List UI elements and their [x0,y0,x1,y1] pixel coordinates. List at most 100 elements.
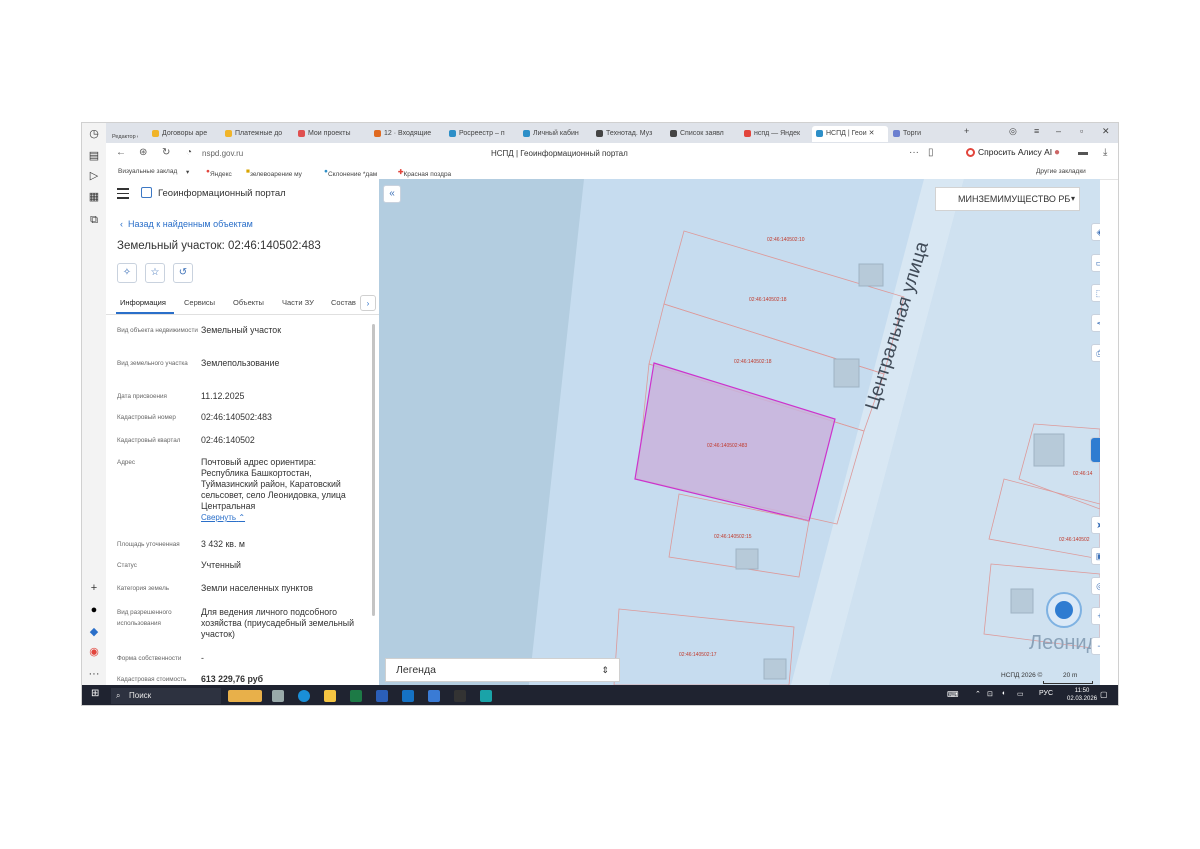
menu-icon[interactable]: ≡ [1034,126,1039,136]
shield-icon[interactable]: ⊛ [139,147,147,158]
select-tool-button[interactable]: ⬚ [1091,284,1100,302]
panel-scrollbar[interactable] [372,324,375,616]
navigate-button[interactable]: ➤ [1091,516,1100,534]
edge-icon[interactable] [298,690,310,702]
keyboard-icon[interactable]: ⌨ [947,690,959,699]
tab-parts[interactable]: Части ЗУ [282,298,314,307]
yandex-browser-icon[interactable] [454,690,466,702]
chat-button[interactable] [1046,592,1082,628]
maximize-icon[interactable]: ▫ [1080,126,1083,136]
language-indicator[interactable]: РУС [1039,690,1053,697]
network-icon[interactable]: ⊡ [987,690,993,698]
share-tool-button[interactable]: ⋖ [1091,314,1100,332]
basemap-button[interactable]: ▣ [1091,547,1100,565]
url-field[interactable]: nspd.gov.ru [202,149,243,158]
extension-icon[interactable]: ● [1054,147,1060,158]
collapse-panel-button[interactable]: « [383,185,401,203]
tab-3[interactable]: 12 · Входящие [370,126,444,142]
locate-button[interactable]: ✧ [117,263,137,283]
profile-icon[interactable]: ◎ [1009,126,1017,137]
map-canvas[interactable]: Центральная улица Леонид 02:46:140502:10… [379,179,1100,685]
app-icon[interactable]: ● [87,603,101,617]
new-tab-icon[interactable]: + [964,126,969,136]
notes-icon[interactable]: ▤ [87,149,101,163]
site-icon[interactable]: ◔ [186,147,192,158]
zoom-out-button[interactable]: − [1091,637,1100,655]
volume-icon[interactable]: ◐ [1002,690,1006,697]
battery-icon[interactable]: ▭ [1017,690,1024,698]
tab-6[interactable]: Технотад. Муз [592,126,666,142]
print-tool-button[interactable]: ⎙ [1091,344,1100,362]
bookmark-sklonenie[interactable]: ● Склонение *дам [324,168,377,178]
tab-5[interactable]: Личный кабин [519,126,591,142]
more-icon[interactable]: ··· [87,667,101,681]
legend-dropdown[interactable]: Легенда ⇕ [385,658,620,682]
screenshot-icon[interactable]: ⧉ [87,213,101,227]
taskbar-clock[interactable]: 11:50 02.03.2026 [1067,687,1097,703]
weather-widget-icon[interactable] [228,690,262,702]
word-icon[interactable] [376,690,388,702]
other-bookmarks[interactable]: Другие закладки [1036,168,1086,175]
back-to-results-link[interactable]: ‹ Назад к найденным объектам [120,219,253,229]
collapse-link[interactable]: Свернуть ⌃ [201,513,245,522]
my-location-button[interactable]: ◎ [1091,577,1100,595]
more-dots-icon[interactable]: ··· [909,147,919,158]
calendar-icon[interactable]: ▦ [87,190,101,204]
windows-start-icon[interactable]: ⊞ [91,688,99,699]
parcel-label: 02:46:140502:18 [734,359,772,365]
telegram-icon[interactable]: ◆ [87,625,101,639]
excel-icon[interactable] [350,690,362,702]
hamburger-menu-icon[interactable] [117,188,129,202]
taskbar-search[interactable]: ⌕ Поиск [111,688,221,704]
layer-selector[interactable]: МИНЗЕМИМУЩЕСТВО РБ ▾ [935,187,1080,211]
favorite-button[interactable]: ☆ [145,263,165,283]
tab-8[interactable]: нспд — Яндек [740,126,812,142]
minimize-icon[interactable]: – [1056,126,1061,136]
tab-information[interactable]: Информация [120,298,166,307]
download-icon[interactable]: ⤓ [1103,147,1107,158]
reload-icon[interactable]: ↻ [162,147,170,158]
measure-tool-button[interactable]: ▭ [1091,254,1100,272]
bookmark-visual[interactable]: Визуальные заклад [118,168,177,175]
layers-tool-button[interactable]: ◈ [1091,223,1100,241]
chevron-down-icon[interactable]: ▾ [186,168,189,176]
back-arrow-icon[interactable]: ← [116,147,126,158]
close-window-icon[interactable]: ✕ [1102,126,1110,137]
zoom-in-button[interactable]: + [1091,607,1100,625]
tab-1[interactable]: Платежные до [221,126,290,142]
parcel-483-highlight[interactable] [634,362,836,522]
cast-icon[interactable]: ▬ [1078,147,1088,158]
bookmark-icon[interactable]: ▯ [928,147,934,158]
task-view-icon[interactable] [272,690,284,702]
tabs-scroll-right-button[interactable]: › [360,295,376,311]
outlook-icon[interactable] [402,690,414,702]
tab-0[interactable]: Договоры аре [148,126,217,142]
tab-objects[interactable]: Объекты [233,298,264,307]
tab-4[interactable]: Росреестр – п [445,126,517,142]
tab-composition[interactable]: Состав [331,298,356,307]
notifications-icon[interactable]: ▢ [1100,690,1108,699]
tab-close-icon[interactable]: ✕ [869,130,875,137]
app-icon[interactable] [480,690,492,702]
bookmark-zelev[interactable]: ■ зелевоарение му [246,168,302,178]
panel-header: Геоинформационный портал [106,179,379,209]
play-icon[interactable]: ▷ [87,169,101,183]
tab-9-active[interactable]: НСПД | Геои ✕ [812,126,888,142]
tab-2[interactable]: Мои проекты [294,126,368,142]
yandex-icon[interactable]: ◉ [87,645,101,659]
tab-10[interactable]: Торги [889,126,953,142]
map-view[interactable]: Центральная улица Леонид 02:46:140502:10… [379,179,1100,685]
search-map-button[interactable]: ⌕ [1090,437,1100,463]
app-ld-icon[interactable] [428,690,440,702]
layers-icon: ◈ [1097,227,1100,237]
clock-icon[interactable]: ◷ [87,127,101,141]
add-icon[interactable]: + [87,581,101,595]
bookmark-yandex[interactable]: ● Яндекс [206,168,232,178]
file-explorer-icon[interactable] [324,690,336,702]
tray-chevron-icon[interactable]: ⌃ [975,690,981,698]
ask-alice-button[interactable]: Спросить Алису AI [966,147,1052,158]
bookmark-krasnaya[interactable]: ✚ Красная поздра [398,168,451,178]
history-button[interactable]: ↺ [173,263,193,283]
tab-7[interactable]: Список заявл [666,126,740,142]
tab-services[interactable]: Сервисы [184,298,215,307]
